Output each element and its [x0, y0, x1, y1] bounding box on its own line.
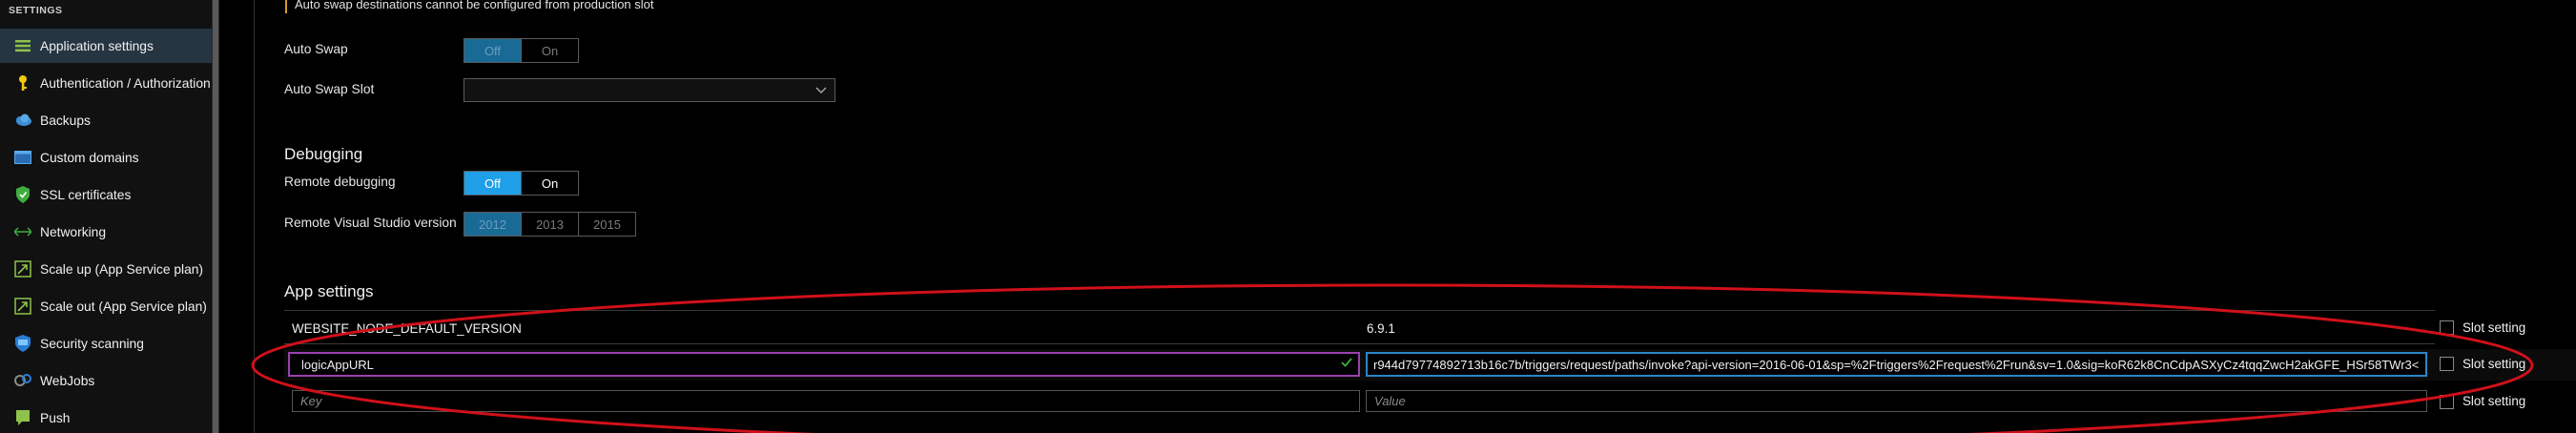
- sidebar-item-label: WebJobs: [40, 373, 95, 388]
- sidebar-item-custom-domains[interactable]: Custom domains: [0, 140, 212, 175]
- key-placeholder: Key: [300, 394, 322, 408]
- vs-version-2015-option[interactable]: 2015: [578, 213, 635, 236]
- window-icon: [13, 148, 32, 167]
- slot-setting-label: Slot setting: [2463, 394, 2526, 408]
- app-settings-heading: App settings: [284, 282, 374, 300]
- sidebar-item-label: Push: [40, 410, 71, 425]
- app-setting-key-input[interactable]: logicAppURL: [288, 352, 1360, 377]
- table-divider: [284, 343, 2435, 344]
- auto-swap-slot-label: Auto Swap Slot: [284, 82, 375, 96]
- sidebar-item-application-settings[interactable]: Application settings: [0, 29, 212, 63]
- slot-setting-checkbox[interactable]: [2440, 395, 2454, 409]
- key-icon: [13, 73, 32, 93]
- blade-separator: [219, 0, 255, 433]
- app-setting-value[interactable]: 6.9.1: [1367, 321, 1395, 336]
- sidebar-item-ssl-certificates[interactable]: SSL certificates: [0, 177, 212, 212]
- remote-debugging-toggle[interactable]: Off On: [464, 171, 579, 196]
- sidebar-scrollbar[interactable]: [212, 0, 219, 433]
- cloud-icon: [13, 111, 32, 130]
- sidebar-item-label: Scale out (App Service plan): [40, 299, 207, 314]
- sidebar-item-label: Backups: [40, 113, 91, 128]
- sidebar-item-label: Scale up (App Service plan): [40, 261, 204, 277]
- sidebar-item-push[interactable]: Push: [0, 401, 212, 433]
- sidebar-item-backups[interactable]: Backups: [0, 103, 212, 137]
- slot-setting-checkbox[interactable]: [2440, 320, 2454, 335]
- scrollbar-thumb[interactable]: [213, 0, 218, 433]
- sidebar-item-label: Application settings: [40, 38, 154, 53]
- slot-setting-label: Slot setting: [2463, 357, 2526, 371]
- vs-version-2013-option[interactable]: 2013: [521, 213, 578, 236]
- sidebar-item-scale-out[interactable]: Scale out (App Service plan): [0, 289, 212, 323]
- app-setting-value-input[interactable]: r944d79774892713b16c7b/triggers/request/…: [1366, 352, 2427, 377]
- scale-up-icon: [13, 259, 32, 278]
- sidebar-item-authentication[interactable]: Authentication / Authorization: [0, 66, 212, 100]
- sidebar-item-scale-up[interactable]: Scale up (App Service plan): [0, 252, 212, 286]
- app-setting-key[interactable]: WEBSITE_NODE_DEFAULT_VERSION: [292, 321, 522, 336]
- auto-swap-note: Auto swap destinations cannot be configu…: [285, 0, 654, 13]
- security-scan-icon: [13, 334, 32, 353]
- slot-setting-checkbox[interactable]: [2440, 357, 2454, 371]
- network-icon: [13, 222, 32, 241]
- vs-version-label: Remote Visual Studio version: [284, 216, 457, 230]
- sidebar-item-label: Authentication / Authorization: [40, 75, 211, 91]
- remote-debugging-on-option[interactable]: On: [521, 172, 578, 195]
- sidebar-item-label: Custom domains: [40, 150, 139, 165]
- sidebar-item-webjobs[interactable]: WebJobs: [0, 363, 212, 398]
- new-key-input[interactable]: Key: [292, 390, 1360, 412]
- auto-swap-slot-dropdown[interactable]: [464, 78, 835, 102]
- value-input-text: r944d79774892713b16c7b/triggers/request/…: [1373, 357, 2420, 372]
- webjobs-icon: [13, 371, 32, 390]
- push-icon: [13, 408, 32, 427]
- key-input-text: logicAppURL: [301, 357, 374, 372]
- settings-sidebar: SETTINGS Application settings Authentica…: [0, 0, 212, 433]
- list-icon: [13, 36, 32, 55]
- vs-version-2012-option[interactable]: 2012: [464, 213, 521, 236]
- sidebar-section-title: SETTINGS: [9, 5, 63, 16]
- shield-icon: [13, 185, 32, 204]
- chevron-down-icon: [815, 83, 827, 97]
- sidebar-item-security-scanning[interactable]: Security scanning: [0, 326, 212, 361]
- sidebar-item-label: SSL certificates: [40, 187, 132, 202]
- scale-out-icon: [13, 297, 32, 316]
- sidebar-item-label: Security scanning: [40, 336, 144, 351]
- table-divider: [284, 310, 2435, 311]
- checkmark-icon: [1341, 357, 1352, 371]
- new-value-input[interactable]: Value: [1366, 390, 2427, 412]
- auto-swap-toggle[interactable]: Off On: [464, 38, 579, 63]
- auto-swap-label: Auto Swap: [284, 42, 348, 56]
- remote-debugging-label: Remote debugging: [284, 175, 396, 189]
- debugging-heading: Debugging: [284, 145, 363, 163]
- vs-version-toggle[interactable]: 2012 2013 2015: [464, 212, 636, 237]
- auto-swap-off-option[interactable]: Off: [464, 39, 521, 62]
- sidebar-item-networking[interactable]: Networking: [0, 215, 212, 249]
- auto-swap-on-option[interactable]: On: [521, 39, 578, 62]
- remote-debugging-off-option[interactable]: Off: [464, 172, 521, 195]
- value-placeholder: Value: [1374, 394, 1406, 408]
- sidebar-item-label: Networking: [40, 224, 107, 239]
- slot-setting-label: Slot setting: [2463, 320, 2526, 335]
